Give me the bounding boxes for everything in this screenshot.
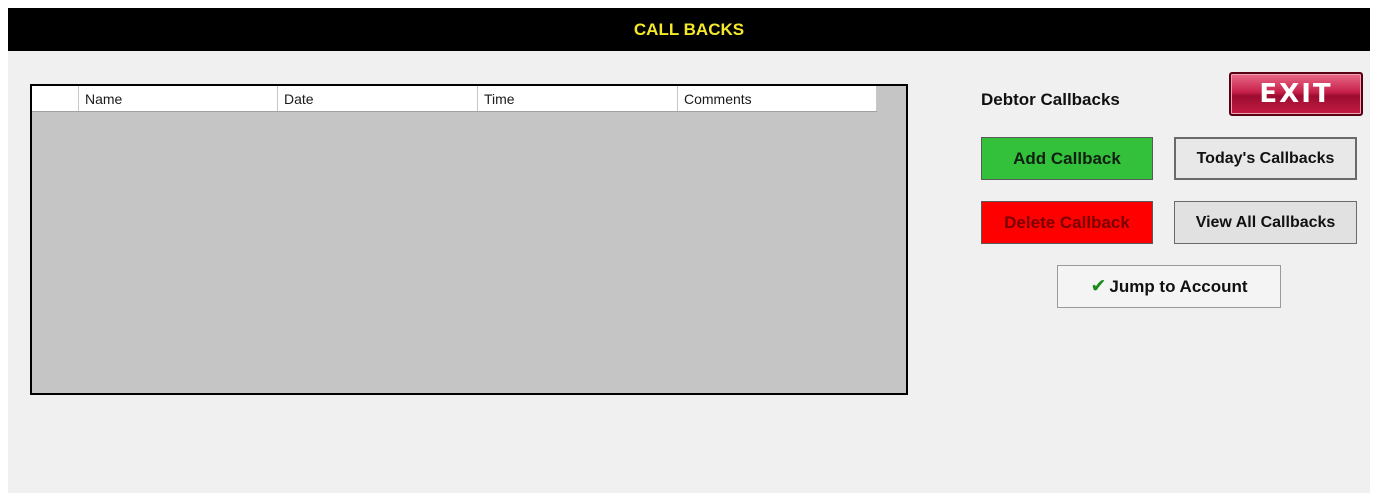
title-bar: CALL BACKS (8, 8, 1370, 51)
add-callback-button[interactable]: Add Callback (981, 137, 1153, 180)
todays-callbacks-button[interactable]: Today's Callbacks (1174, 137, 1357, 180)
column-header-date[interactable]: Date (278, 86, 478, 111)
view-all-callbacks-label: View All Callbacks (1195, 213, 1336, 231)
view-all-callbacks-button[interactable]: View All Callbacks (1174, 201, 1357, 244)
delete-callback-label: Delete Callback (1004, 212, 1130, 232)
section-label: Debtor Callbacks (981, 90, 1120, 109)
check-icon: ✔ (1090, 276, 1107, 297)
delete-callback-button[interactable]: Delete Callback (981, 201, 1153, 244)
todays-callbacks-label: Today's Callbacks (1196, 149, 1335, 167)
exit-button[interactable]: EXIT (1229, 72, 1363, 116)
callbacks-window: CALL BACKS Name Date Time Comments Debto… (8, 8, 1370, 493)
column-header-name[interactable]: Name (79, 86, 278, 111)
jump-to-account-button[interactable]: ✔ Jump to Account (1057, 265, 1281, 308)
row-header-corner[interactable] (32, 86, 79, 111)
window-title: CALL BACKS (633, 19, 745, 39)
jump-to-account-label: Jump to Account (1109, 276, 1248, 296)
column-header-time[interactable]: Time (478, 86, 678, 111)
exit-label: EXIT (1259, 79, 1333, 109)
column-header-comments[interactable]: Comments (678, 86, 877, 111)
callbacks-grid[interactable]: Name Date Time Comments (30, 84, 908, 395)
add-callback-label: Add Callback (1013, 148, 1121, 168)
grid-header: Name Date Time Comments (32, 86, 877, 112)
